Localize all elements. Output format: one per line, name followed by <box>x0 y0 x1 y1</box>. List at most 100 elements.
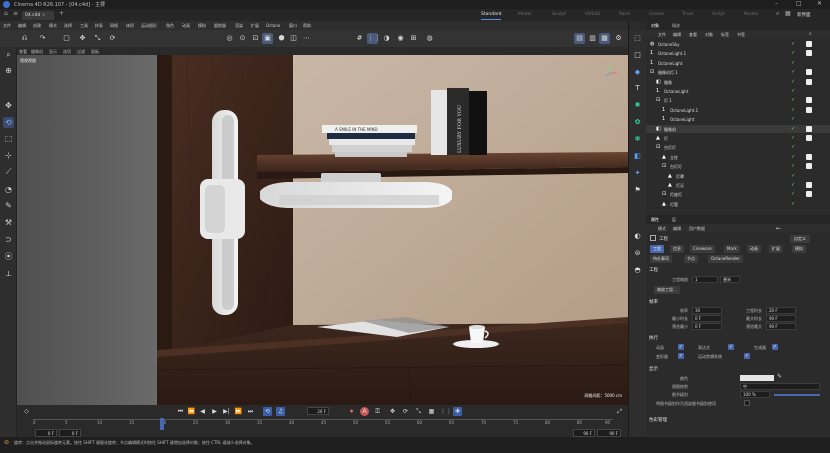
viewport-menu-options[interactable]: 选项 <box>63 49 71 55</box>
key-position-icon[interactable]: ✥ <box>388 407 397 416</box>
mode-track[interactable]: Track <box>682 12 694 17</box>
visibility-check-icon[interactable]: ✓ <box>791 191 795 197</box>
om-menu-edit[interactable]: 编辑 <box>673 32 681 38</box>
prev-key-icon[interactable]: ⏪ <box>187 407 196 416</box>
cube-solid-icon[interactable]: ◆ <box>632 67 643 78</box>
prev-frame-icon[interactable]: ◀ <box>198 407 207 416</box>
visibility-check-icon[interactable]: ✓ <box>791 116 795 122</box>
om-menu-file[interactable]: 文件 <box>658 32 666 38</box>
visibility-check-icon[interactable]: ✓ <box>791 69 795 75</box>
om-search-icon[interactable]: ⌕ <box>809 31 812 37</box>
mode-select[interactable]: 自定义 <box>790 235 810 243</box>
object-row[interactable]: ⊡ 台灯灯 ✓ <box>646 143 830 152</box>
tab-simulation[interactable]: 模拟 <box>792 245 806 253</box>
object-row[interactable]: 1 OctaneLight ✓ <box>646 59 830 68</box>
lock-axis-icon[interactable]: ⋯ <box>301 33 312 44</box>
visibility-check-icon[interactable]: ✓ <box>791 126 795 132</box>
cloner-icon[interactable]: ✿ <box>632 117 643 128</box>
search-tool-icon[interactable]: ⌕ <box>3 49 14 60</box>
am-menu-mode[interactable]: 模式 <box>658 226 666 232</box>
object-row[interactable]: ◧ 摄像 ✓ <box>646 78 830 87</box>
undo-icon[interactable]: ⎌ <box>19 33 30 44</box>
visibility-check-icon[interactable]: ✓ <box>791 107 795 113</box>
am-menu-userdata[interactable]: 用户数据 <box>689 226 705 232</box>
knife-icon[interactable]: ⟋ <box>3 166 14 177</box>
workplane-icon[interactable]: ◑ <box>381 33 392 44</box>
axis-icon[interactable]: ◎ <box>224 33 235 44</box>
menu-mograph[interactable]: 运动图形 <box>141 23 157 29</box>
select-live-icon[interactable]: ▢ <box>61 33 72 44</box>
check-expressions[interactable]: ✓ <box>728 344 734 350</box>
color-swatch[interactable] <box>740 375 774 381</box>
menu-simulate[interactable]: 模拟 <box>198 23 206 29</box>
record-icon[interactable]: ⏺ <box>347 407 356 416</box>
eyedropper-icon[interactable]: ✎ <box>777 373 782 380</box>
visibility-check-icon[interactable]: ✓ <box>791 41 795 47</box>
camera-palette-icon[interactable]: ◧ <box>632 151 643 162</box>
preview-min-field[interactable]: 0 F <box>692 323 722 330</box>
menu-render[interactable]: 渲染 <box>235 23 243 29</box>
model-mode-icon[interactable]: ⬢ <box>276 33 287 44</box>
am-menu-edit[interactable]: 编辑 <box>673 226 681 232</box>
next-key-icon[interactable]: ⏩ <box>234 407 243 416</box>
tag-icon[interactable] <box>806 41 812 47</box>
mode-uvedit[interactable]: UVEdit <box>585 12 600 17</box>
back-arrow-icon[interactable]: ← <box>776 225 781 232</box>
rotate-icon[interactable]: ⟲ <box>3 117 14 128</box>
key-all-icon[interactable]: ✚ <box>453 407 462 416</box>
brush-icon[interactable]: ⚒ <box>3 217 14 228</box>
min-time-field[interactable]: 0 F <box>692 315 722 322</box>
tag-icon[interactable] <box>806 78 812 85</box>
playhead[interactable] <box>160 418 164 430</box>
maximize-button[interactable]: □ <box>796 0 802 7</box>
preview-max-field[interactable]: 90 F <box>766 323 796 330</box>
max-time-field[interactable]: 90 F <box>766 315 796 322</box>
key-selection-icon[interactable]: ⚿ <box>373 407 382 416</box>
object-row[interactable]: ◍ OctaneSky ✓ <box>646 40 830 49</box>
object-row[interactable]: ⊡ 台灯灯 ✓ <box>646 162 830 171</box>
menu-file[interactable]: 文件 <box>3 23 11 29</box>
tab-layers[interactable]: 层 <box>672 217 676 223</box>
object-row[interactable]: 1 OctaneLight ✓ <box>646 115 830 124</box>
tag-icon[interactable] <box>806 69 812 76</box>
object-row[interactable]: ▲ 灯泛 ✓ <box>646 181 830 190</box>
object-row[interactable]: ◧ 摄像机 ✓ <box>646 124 830 134</box>
scale-icon[interactable]: ⬚ <box>3 133 14 144</box>
viewport-menu-view[interactable]: 查看 <box>19 49 27 55</box>
menu-character[interactable]: 角色 <box>166 23 174 29</box>
view-clip-select[interactable]: 中 <box>740 383 820 390</box>
text-icon[interactable]: T <box>632 83 643 94</box>
viewport[interactable]: A SMILE IN THE MIND LUXURY FOR YOU 透视视图 … <box>17 55 628 405</box>
render-queue-icon[interactable]: ▦ <box>599 33 610 44</box>
menu-animate[interactable]: 动画 <box>182 23 190 29</box>
minimize-button[interactable]: – <box>775 0 778 7</box>
paint-icon[interactable]: ⦿ <box>3 251 14 262</box>
mode-script[interactable]: Script <box>712 12 725 17</box>
tab-extensions[interactable]: 扩展 <box>769 245 783 253</box>
lod-field[interactable]: 100 % <box>740 391 770 398</box>
om-menu-view[interactable]: 查看 <box>689 32 697 38</box>
tag-icon[interactable] <box>806 163 812 170</box>
object-row[interactable]: ⊡ 灯座灯 ✓ <box>646 190 830 199</box>
visibility-check-icon[interactable]: ✓ <box>791 144 795 150</box>
key-rotation-icon[interactable]: ⟳ <box>401 407 410 416</box>
mograph-icon[interactable]: ✺ <box>632 100 643 111</box>
close-window-button[interactable]: ✕ <box>817 0 822 7</box>
mode-sculpt[interactable]: Sculpt <box>552 12 566 17</box>
lod-slider[interactable] <box>774 394 820 396</box>
tab-octanerender[interactable]: OctaneRender <box>708 255 743 263</box>
project-time-field[interactable]: 20 F <box>766 307 796 314</box>
mode-nodes[interactable]: Nodes <box>744 12 758 17</box>
om-menu-tags[interactable]: 标签 <box>721 32 729 38</box>
start-frame-field[interactable]: 0 F <box>35 429 57 437</box>
object-row[interactable]: ▲ 灯管 ✓ <box>646 200 830 209</box>
loop-icon[interactable]: ⟲ <box>263 407 272 416</box>
visibility-check-icon[interactable]: ✓ <box>791 79 795 85</box>
tab-info[interactable]: 信息 <box>670 245 684 253</box>
project-scale-value[interactable]: 1 <box>692 276 718 283</box>
new-scene-label[interactable]: 新界面 <box>797 12 811 18</box>
snap-icon[interactable]: ⋮⋮ <box>367 33 381 44</box>
tag-icon[interactable] <box>806 182 812 188</box>
effector-icon[interactable]: ❃ <box>632 134 643 145</box>
tab-cineware[interactable]: Cineware <box>690 245 715 253</box>
